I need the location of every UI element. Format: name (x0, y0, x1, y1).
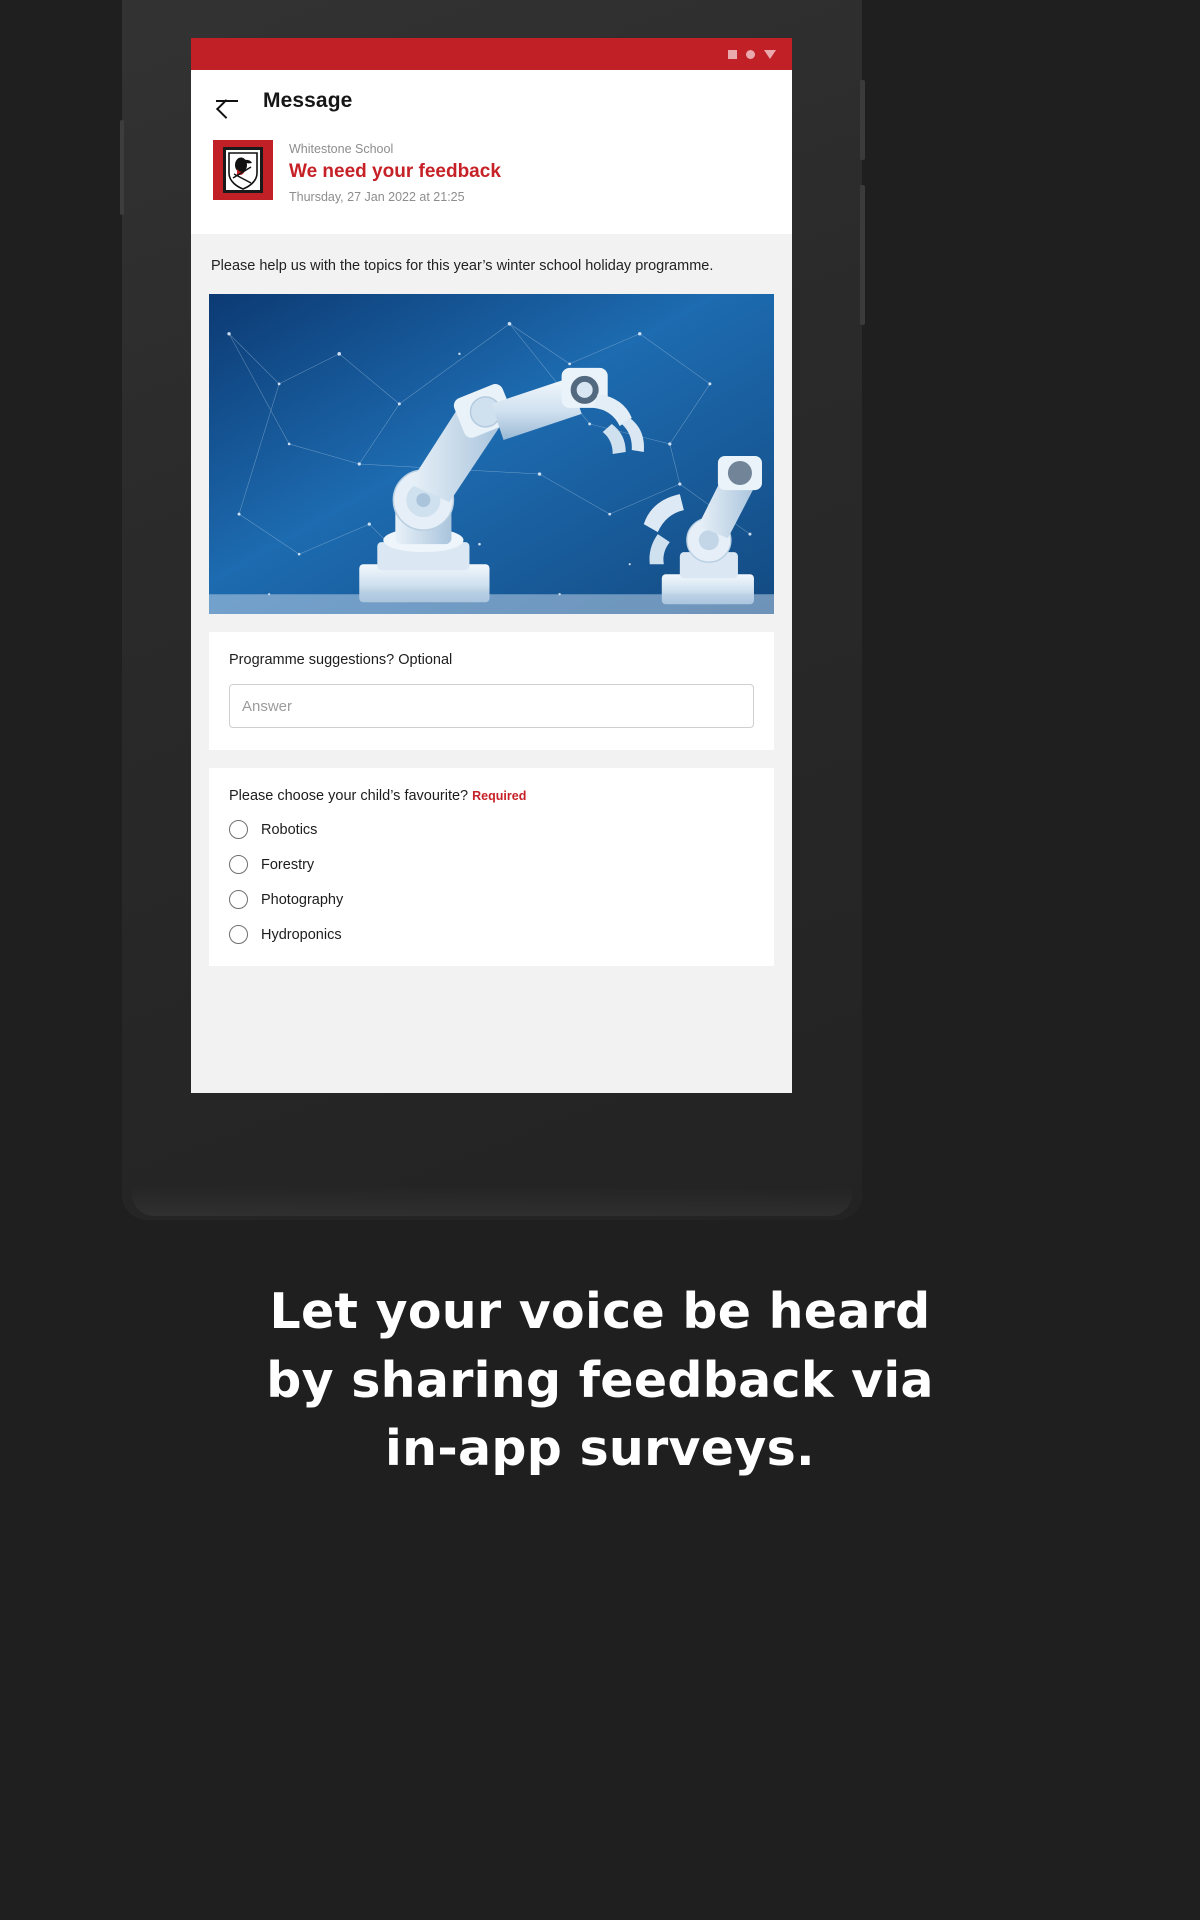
question-card-favourite: Please choose your child’s favourite? Re… (209, 768, 774, 967)
device-side-button-right-bottom (860, 185, 865, 325)
app-bar: Message (191, 70, 792, 132)
question-label-suggestions: Programme suggestions? Optional (229, 652, 453, 669)
promo-caption: Let your voice be heard by sharing feedb… (0, 1278, 1200, 1484)
message-meta: Whitestone School We need your feedback … (289, 140, 501, 204)
question-label-favourite: Please choose your child’s favourite? Re… (229, 788, 754, 804)
radio-option-label: Photography (261, 891, 344, 908)
message-subject: We need your feedback (289, 161, 501, 182)
page-title: Message (263, 89, 353, 112)
caption-line-2: by sharing feedback via (266, 1351, 934, 1409)
back-arrow-icon[interactable] (213, 87, 241, 115)
body-spacer (191, 966, 792, 1093)
phone-screen: Message Whitestone School We need your f… (191, 38, 792, 1093)
question-card-suggestions: Programme suggestions? Optional (209, 632, 774, 751)
device-side-button-left (120, 120, 124, 215)
dropdown-triangle-icon (764, 49, 776, 59)
school-crest-logo (213, 140, 273, 200)
caption-line-3: in-app surveys. (385, 1420, 815, 1478)
radio-option-label: Forestry (261, 856, 315, 873)
device-bottom-highlight (132, 1186, 852, 1216)
message-header: Whitestone School We need your feedback … (191, 132, 792, 234)
answer-input[interactable] (229, 684, 754, 729)
radio-circle-icon[interactable] (229, 855, 248, 875)
radio-option-label: Robotics (261, 821, 318, 838)
radio-circle-icon[interactable] (229, 820, 248, 840)
radio-option-hydroponics[interactable]: Hydroponics (229, 925, 754, 945)
radio-option-robotics[interactable]: Robotics (229, 820, 754, 840)
radio-option-photography[interactable]: Photography (229, 890, 754, 910)
square-icon (728, 49, 737, 59)
required-badge: Required (472, 789, 527, 804)
device-side-button-right-top (860, 80, 865, 160)
message-intro-text: Please help us with the topics for this … (211, 258, 714, 274)
radio-option-label: Hydroponics (261, 926, 342, 943)
message-body: Please help us with the topics for this … (191, 234, 792, 1093)
status-bar (191, 38, 792, 70)
hero-image (209, 294, 774, 615)
radio-circle-icon[interactable] (229, 925, 248, 945)
radio-circle-icon[interactable] (229, 890, 248, 910)
dot-icon (746, 49, 755, 59)
page-root: Message Whitestone School We need your f… (0, 0, 1200, 1920)
message-timestamp: Thursday, 27 Jan 2022 at 21:25 (289, 190, 465, 204)
sender-name: Whitestone School (289, 142, 394, 156)
question-text: Please choose your child’s favourite? (229, 788, 469, 805)
caption-line-1: Let your voice be heard (269, 1283, 931, 1340)
radio-group: Robotics Forestry Photography Hydroponic… (229, 820, 754, 945)
radio-option-forestry[interactable]: Forestry (229, 855, 754, 875)
